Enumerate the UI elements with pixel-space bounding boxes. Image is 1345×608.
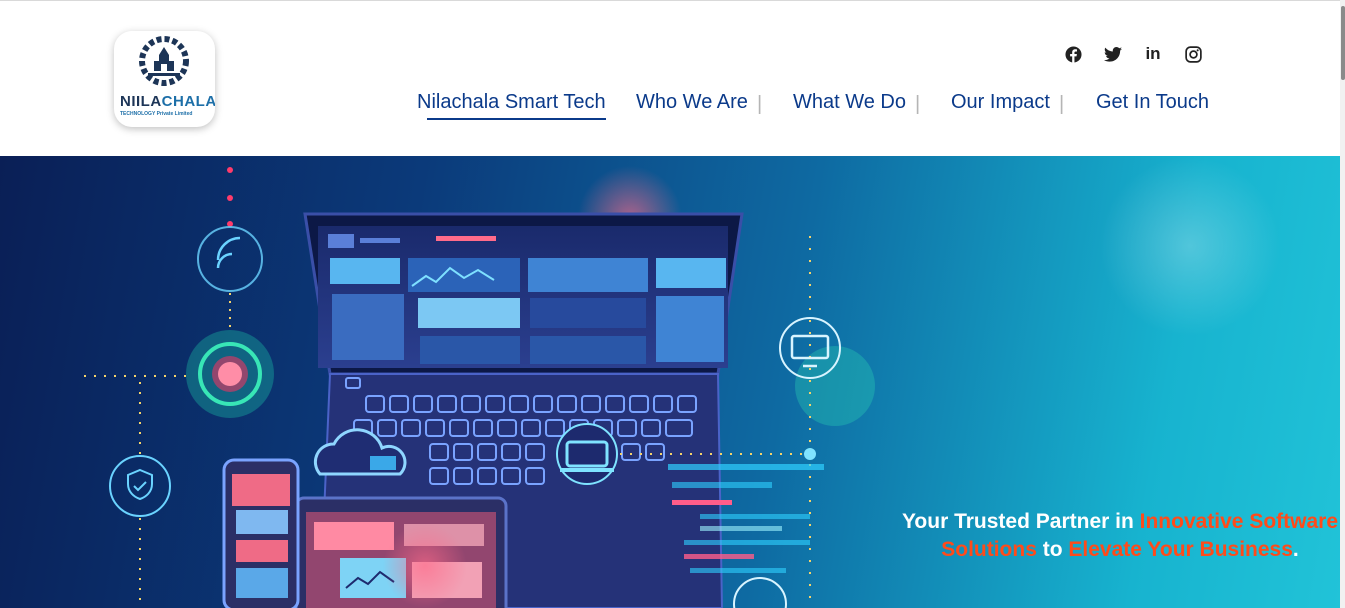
hero-banner: Your Trusted Partner in Innovative Softw… xyxy=(0,156,1340,608)
instagram-link[interactable] xyxy=(1184,45,1202,63)
shield-circle xyxy=(109,455,171,517)
company-logo[interactable]: NIILACHALA TECHNOLOGY Private Limited xyxy=(114,31,215,127)
connector-node xyxy=(804,448,816,460)
signal-dot xyxy=(227,195,233,201)
hero-tagline: Your Trusted Partner in Innovative Softw… xyxy=(901,510,1339,561)
site-header: NIILACHALA TECHNOLOGY Private Limited in… xyxy=(0,1,1340,156)
monitor-chip-icon xyxy=(556,423,618,485)
nav-link-nilachala-smart-tech[interactable]: Nilachala Smart Tech xyxy=(417,91,606,114)
smartphone-device xyxy=(222,458,300,608)
scrollbar-thumb[interactable] xyxy=(1341,6,1345,80)
linkedin-icon: in xyxy=(1145,44,1161,63)
nav-link-our-impact[interactable]: Our Impact xyxy=(951,91,1050,114)
nav-link-get-in-touch[interactable]: Get In Touch xyxy=(1096,91,1209,114)
nav-separator: | xyxy=(757,93,763,115)
background-glow xyxy=(383,524,467,608)
glow-node-center xyxy=(212,356,248,392)
linkedin-link[interactable]: in xyxy=(1144,44,1162,63)
facebook-link[interactable] xyxy=(1064,45,1082,63)
check-icon xyxy=(133,481,147,492)
twitter-link[interactable] xyxy=(1104,45,1122,63)
signal-dot xyxy=(227,167,233,173)
instagram-icon xyxy=(1184,45,1202,63)
list-circle xyxy=(733,577,787,608)
twitter-icon xyxy=(1104,46,1122,62)
wifi-icon xyxy=(216,236,241,269)
page-scrollbar[interactable] xyxy=(1340,0,1345,608)
nav-link-who-we-are[interactable]: Who We Are xyxy=(636,91,748,114)
nav-active-indicator xyxy=(427,118,606,120)
wifi-circle xyxy=(197,226,263,292)
nav-link-what-we-do[interactable]: What We Do xyxy=(793,91,906,114)
temple-gear-emblem-icon xyxy=(139,36,189,86)
shield-icon xyxy=(127,468,153,501)
facebook-icon xyxy=(1064,45,1082,63)
background-glow xyxy=(1100,156,1280,336)
logo-wordmark: NIILACHALA xyxy=(120,93,215,110)
logo-subtitle: TECHNOLOGY Private Limited xyxy=(120,111,193,117)
nav-separator: | xyxy=(1059,93,1065,115)
nav-separator: | xyxy=(915,93,921,115)
